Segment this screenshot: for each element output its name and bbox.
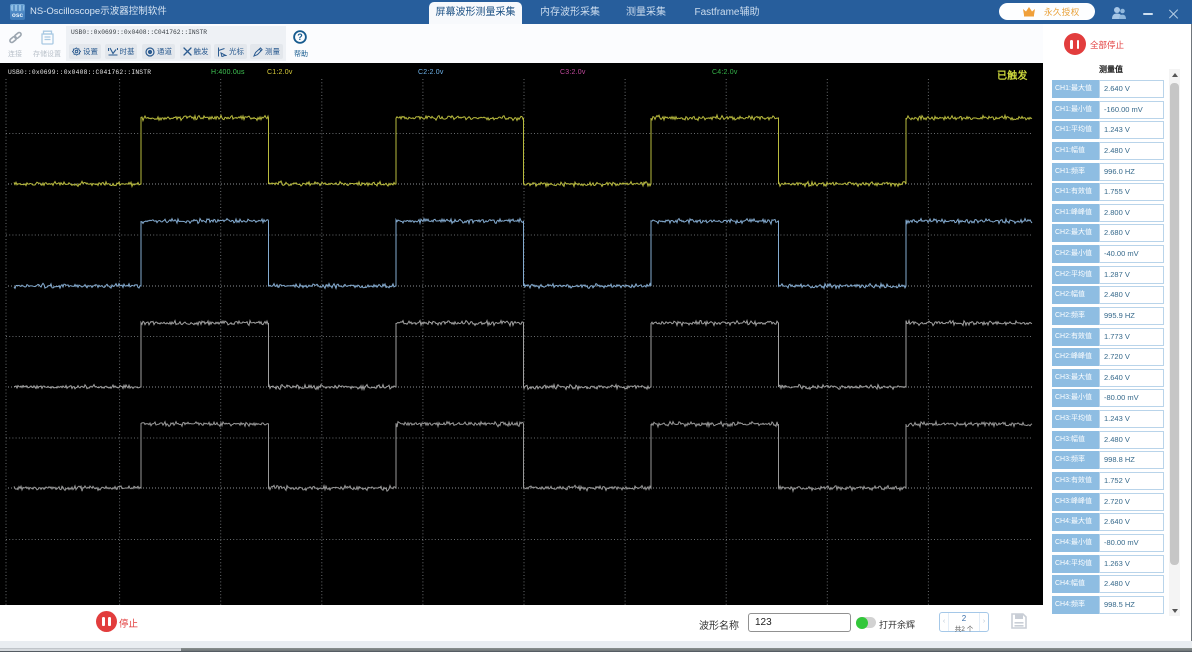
svg-text:?: ? [297,32,303,42]
